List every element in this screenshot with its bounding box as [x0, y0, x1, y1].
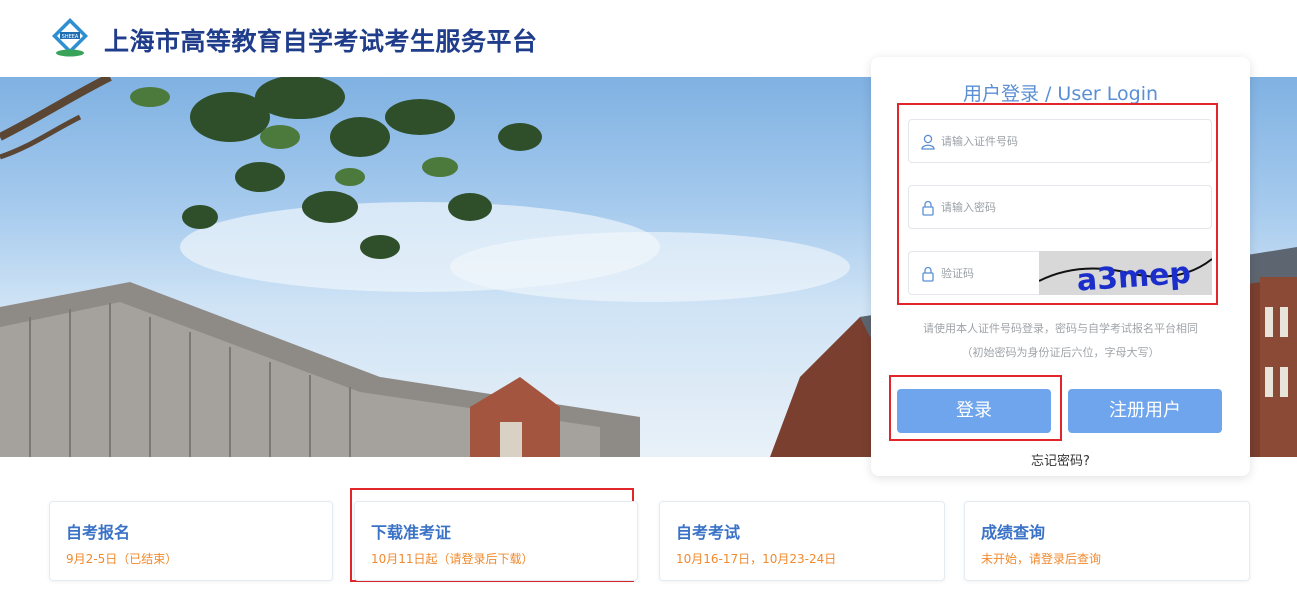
password-input[interactable]: [941, 196, 1131, 218]
captcha-field[interactable]: a3mep: [908, 251, 1212, 295]
login-title: 用户登录 / User Login: [962, 83, 1159, 105]
forgot-password-link[interactable]: 忘记密码?: [871, 450, 1250, 469]
captcha-input[interactable]: [941, 262, 1031, 284]
card-subtitle: 10月16-17日，10月23-24日: [676, 552, 837, 566]
card-subtitle: 10月11日起（请登录后下载）: [371, 552, 534, 566]
login-hint-line2: （初始密码为身份证后六位，字母大写）: [961, 346, 1160, 359]
login-panel: 用户登录 / User Login a3mep 请使用本人证件号码登录，密码与: [871, 57, 1250, 476]
card-subtitle: 9月2-5日（已结束）: [66, 552, 178, 566]
card-subtitle: 未开始，请登录后查询: [981, 552, 1102, 566]
login-hint-line1: 请使用本人证件号码登录，密码与自学考试报名平台相同: [923, 322, 1198, 335]
id-number-field[interactable]: [908, 119, 1212, 163]
logo-text: SHEEA: [62, 34, 79, 40]
captcha-text: a3mep: [1076, 256, 1192, 295]
register-button[interactable]: 注册用户: [1068, 389, 1222, 433]
card-download-admission[interactable]: 下载准考证 10月11日起（请登录后下载）: [354, 501, 638, 581]
login-button[interactable]: 登录: [897, 389, 1051, 433]
captcha-image[interactable]: a3mep: [1039, 251, 1212, 295]
id-number-input[interactable]: [941, 130, 1131, 152]
card-title: 自考考试: [676, 523, 741, 542]
card-score-query[interactable]: 成绩查询 未开始，请登录后查询: [964, 501, 1250, 581]
card-exam-schedule[interactable]: 自考考试 10月16-17日，10月23-24日: [659, 501, 945, 581]
site-title: 上海市高等教育自学考试考生服务平台: [104, 27, 538, 56]
card-exam-registration[interactable]: 自考报名 9月2-5日（已结束）: [49, 501, 333, 581]
card-title: 下载准考证: [371, 523, 452, 542]
card-title: 自考报名: [66, 523, 131, 542]
lock-icon: [922, 200, 934, 216]
lock-icon: [922, 266, 934, 282]
site-logo: SHEEA: [52, 18, 88, 57]
user-icon: [921, 134, 935, 150]
password-field[interactable]: [908, 185, 1212, 229]
card-title: 成绩查询: [981, 523, 1046, 542]
